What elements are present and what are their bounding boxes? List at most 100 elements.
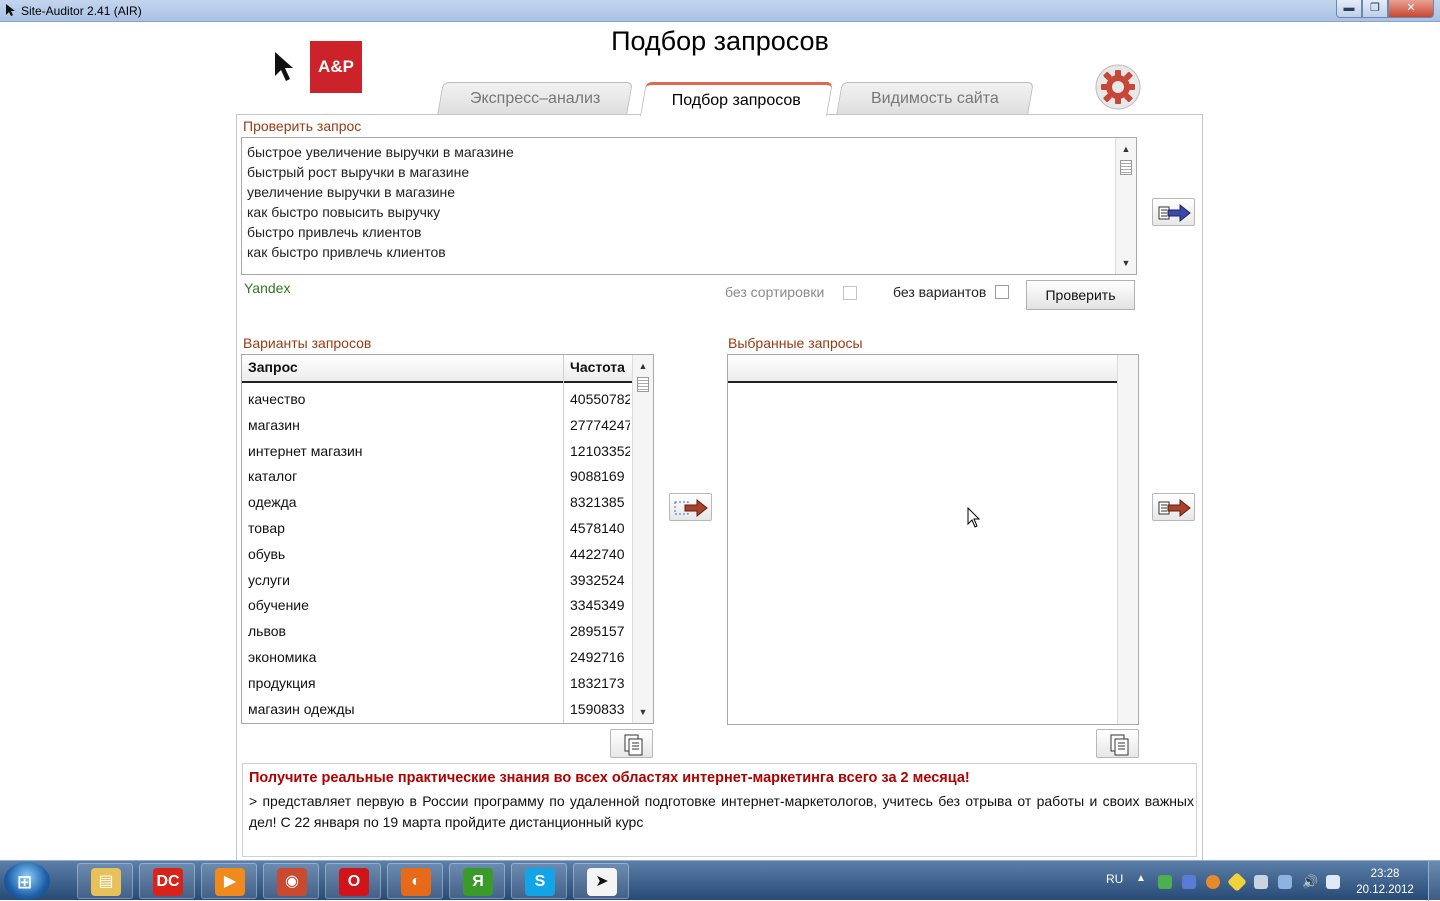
taskbar-app-chrome-like[interactable]: ◉ [263,863,319,899]
scroll-down-icon[interactable]: ▼ [1116,254,1136,272]
scroll-up-icon[interactable]: ▲ [1116,140,1136,158]
taskbar-app-site-auditor[interactable]: ➤ [573,863,629,899]
query-cell: магазин [248,416,300,433]
export-arrow-icon [1158,498,1191,518]
table-row[interactable]: магазин одежды 1590833 [242,696,633,722]
move-arrow-icon [674,498,708,518]
query-line: увеличение выручки в магазине [247,184,456,200]
table-row[interactable]: услуги 3932524 [242,567,633,593]
table-row[interactable]: товар 4578140 [242,515,633,541]
query-line: быстро привлечь клиентов [247,224,422,240]
skype-icon: S [525,868,555,896]
page-title: Подбор запросов [611,26,829,56]
no-variants-label: без вариантов [893,284,987,300]
frequency-cell: 27774247 [570,416,630,433]
minimize-button[interactable]: ▬ [1336,0,1362,18]
frequency-cell: 1590833 [570,700,625,717]
selected-scrollbar[interactable] [1117,355,1138,724]
volume-icon[interactable]: 🔊 [1302,875,1318,889]
scroll-thumb[interactable] [1120,160,1132,175]
variants-scrollbar[interactable]: ▲ ▼ [632,355,653,723]
scroll-up-icon[interactable]: ▲ [633,357,653,375]
settings-gear-icon[interactable] [1095,64,1141,110]
query-cell: товар [248,520,285,536]
explorer-icon: ▤ [91,868,121,896]
scroll-thumb[interactable] [637,377,649,392]
close-button[interactable]: ✕ [1388,0,1434,18]
tab-query-selection[interactable]: Подбор запросов [640,82,833,116]
query-cell: продукция [248,674,316,691]
table-row[interactable]: обучение 3345349 [242,592,633,618]
table-row[interactable]: интернет магазин 12103352 [242,438,633,464]
start-button[interactable]: ⊞ [4,862,50,900]
table-row[interactable]: магазин 27774247 [242,412,633,438]
language-indicator[interactable]: RU [1106,872,1123,886]
tray-network-share-icon[interactable] [1278,875,1292,889]
table-row[interactable]: одежда 8321385 [242,489,633,515]
selected-table[interactable] [727,354,1139,725]
maximize-button[interactable]: ❐ [1362,0,1388,18]
query-scrollbar[interactable]: ▲ ▼ [1115,138,1136,274]
tray-expand-icon[interactable]: ▲ [1136,873,1146,884]
tray-device-icon[interactable] [1254,875,1268,889]
table-row[interactable]: обувь 4422740 [242,541,633,567]
selected-label: Выбранные запросы [728,335,863,351]
media-player-icon: ▶ [215,868,245,896]
frequency-cell: 12103352 [570,442,630,459]
export-query-button[interactable] [1152,198,1195,226]
clock[interactable]: 23:28 20.12.2012 [1352,866,1418,898]
variants-label: Варианты запросов [243,335,372,351]
query-cell: обучение [248,597,309,614]
copy-icon [624,734,643,756]
network-icon[interactable] [1326,875,1340,889]
tab-express-analysis[interactable]: Экспресс–анализ [437,82,633,115]
column-header-query[interactable]: Запрос [248,359,298,375]
taskbar-app-firefox[interactable]: ◐ [387,863,443,899]
query-line: быстрое увеличение выручки в магазине [247,144,514,160]
variants-table[interactable]: Запрос Частота качество 40550782 магазин 27… [241,354,654,724]
table-row[interactable]: экономика 2492716 [242,644,633,670]
mouse-pointer-icon [967,507,981,528]
frequency-cell: 8321385 [570,494,625,511]
tray-alert-icon[interactable] [1227,872,1247,892]
taskbar-app-explorer[interactable]: ▤ [77,863,133,899]
frequency-cell: 40550782 [570,391,630,407]
promo-text: > представляет первую в России программу… [249,793,1194,830]
frequency-cell: 1832173 [570,674,625,691]
taskbar-app-media-player[interactable]: ▶ [201,863,257,899]
site-auditor-icon: ➤ [587,868,617,896]
no-variants-checkbox[interactable] [995,285,1009,299]
check-button[interactable]: Проверить [1026,280,1135,310]
copy-selected-button[interactable] [1096,729,1139,758]
export-selected-button[interactable] [1152,493,1195,521]
taskbar-app-dc-spark[interactable]: DC [139,863,195,899]
frequency-cell: 9088169 [570,468,625,485]
tray-security-icon[interactable] [1158,875,1172,889]
show-desktop-button[interactable] [1428,861,1440,901]
table-row[interactable]: продукция 1832173 [242,670,633,696]
taskbar-app-skype[interactable]: S [511,863,567,899]
promo-box: Получите реальные практические знания во… [242,763,1197,857]
table-row[interactable]: каталог 9088169 [242,463,633,489]
add-to-selected-button[interactable] [669,493,712,521]
taskbar: ⊞ ▤ DC ▶ ◉ O ◐ Я S ➤ RU ▲ 🔊 23:28 20.12.2012 [0,860,1440,901]
tray-app-icon[interactable] [1182,875,1196,889]
table-row[interactable]: львов 2895157 [242,618,633,644]
query-textarea[interactable]: быстрое увеличение выручки в магазине бы… [241,137,1137,275]
opera-icon: O [339,868,369,896]
table-row[interactable]: качество 40550782 [242,386,633,412]
variants-table-header: Запрос Частота [242,355,633,383]
export-arrow-icon [1158,203,1191,223]
taskbar-app-yandex[interactable]: Я [449,863,505,899]
query-cell: качество [248,391,306,407]
tab-site-visibility[interactable]: Видимость сайта [836,82,1034,115]
scroll-down-icon[interactable]: ▼ [633,703,653,721]
taskbar-app-opera[interactable]: O [325,863,381,899]
tray-update-icon[interactable] [1206,875,1220,889]
column-header-frequency[interactable]: Частота [570,359,625,375]
frequency-cell: 4578140 [570,520,625,536]
copy-variants-button[interactable] [610,729,653,758]
promo-title[interactable]: Получите реальные практические знания во… [249,770,970,786]
no-sort-checkbox[interactable] [843,286,857,300]
query-cell: экономика [248,649,317,665]
